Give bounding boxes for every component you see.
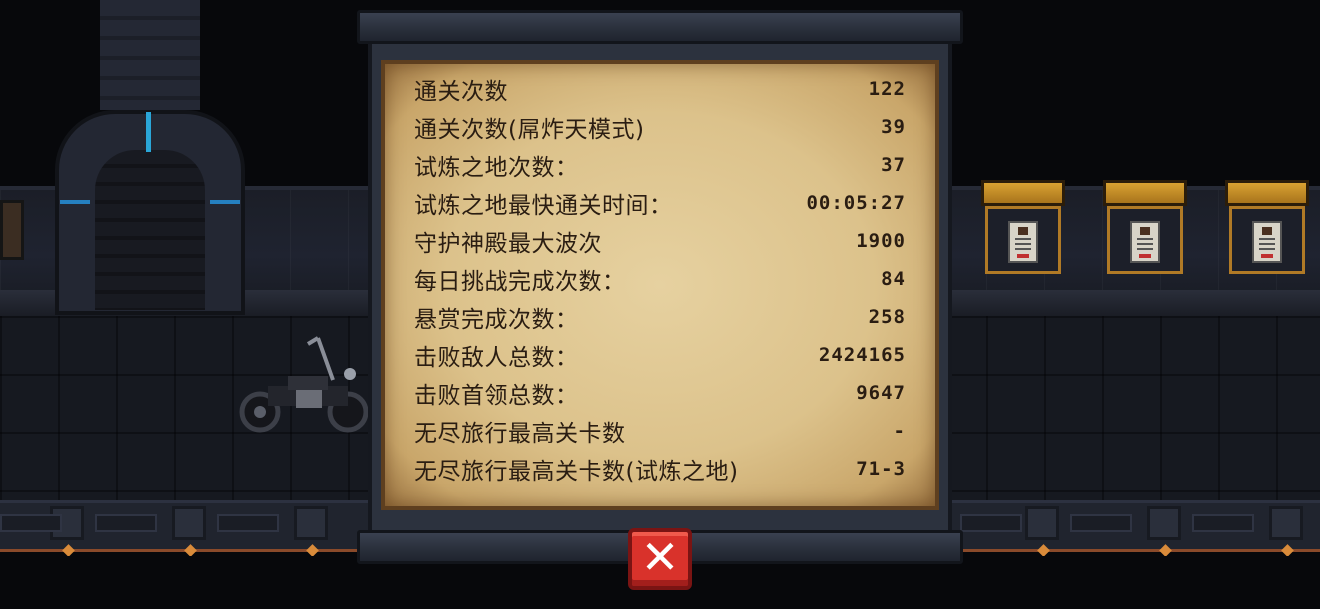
stat-value: 39 xyxy=(881,116,906,138)
stats-list: 通关次数 122 通关次数(屌炸天模式) 39 试炼之地次数： 37 试炼之地最… xyxy=(414,70,906,488)
card-icon xyxy=(1252,221,1282,263)
stone-pillar xyxy=(100,0,200,110)
card-emblem xyxy=(1262,227,1272,235)
stat-row-temple-waves: 守护神殿最大波次 1900 xyxy=(414,222,906,260)
card-emblem xyxy=(1140,227,1150,235)
frame-roof xyxy=(1225,180,1309,206)
card-dots xyxy=(1139,254,1151,258)
stat-value: 71-3 xyxy=(856,458,906,480)
stat-row-clears-hard: 通关次数(屌炸天模式) 39 xyxy=(414,108,906,146)
wall-sign xyxy=(0,200,24,260)
close-icon: ✕ xyxy=(640,530,680,584)
stat-row-trial-fastest: 试炼之地最快通关时间： 00:05:27 xyxy=(414,184,906,222)
card-dots xyxy=(1261,254,1273,258)
floor-slot xyxy=(0,514,62,532)
stat-row-enemies: 击败敌人总数： 2424165 xyxy=(414,336,906,374)
stat-label: 每日挑战完成次数： xyxy=(414,269,626,295)
card-lines xyxy=(1015,238,1031,252)
stat-label: 试炼之地次数： xyxy=(414,155,579,181)
stat-label: 击败首领总数： xyxy=(414,383,579,409)
stat-row-bosses: 击败首领总数： 9647 xyxy=(414,374,906,412)
floor-block xyxy=(172,506,206,540)
stat-label: 试炼之地最快通关时间： xyxy=(414,193,673,219)
door-crystal xyxy=(146,112,151,152)
stat-label: 击败敌人总数： xyxy=(414,345,579,371)
card-dots xyxy=(1017,254,1029,258)
stat-row-endless: 无尽旅行最高关卡数 - xyxy=(414,412,906,450)
floor-slot xyxy=(217,514,279,532)
card-lines xyxy=(1259,238,1275,252)
stat-row-endless-trial: 无尽旅行最高关卡数(试炼之地) 71-3 xyxy=(414,450,906,488)
stat-value: 122 xyxy=(868,78,906,100)
card-icon xyxy=(1130,221,1160,263)
stat-row-bounty: 悬赏完成次数： 258 xyxy=(414,298,906,336)
stat-label: 无尽旅行最高关卡数 xyxy=(414,421,626,447)
door-light xyxy=(210,200,240,204)
floor-slot xyxy=(960,514,1022,532)
stat-value: 2424165 xyxy=(818,344,906,366)
floor-block xyxy=(1025,506,1059,540)
floor-block xyxy=(1147,506,1181,540)
stat-value: 84 xyxy=(881,268,906,290)
floor-block xyxy=(294,506,328,540)
door-light xyxy=(60,200,90,204)
picture-frame-icon[interactable] xyxy=(1225,180,1309,276)
card-emblem xyxy=(1018,227,1028,235)
stat-label: 通关次数 xyxy=(414,79,508,105)
close-button[interactable]: ✕ xyxy=(628,528,692,590)
picture-frame-icon[interactable] xyxy=(1103,180,1187,276)
floor-slot xyxy=(95,514,157,532)
stat-value: 37 xyxy=(881,154,906,176)
frame-roof xyxy=(1103,180,1187,206)
card-lines xyxy=(1137,238,1153,252)
stat-value: - xyxy=(893,420,906,442)
stat-value: 00:05:27 xyxy=(806,192,906,214)
stat-label: 守护神殿最大波次 xyxy=(414,231,602,257)
floor-slot xyxy=(1192,514,1254,532)
floor-block xyxy=(1269,506,1303,540)
stat-label: 无尽旅行最高关卡数(试炼之地) xyxy=(414,459,739,485)
floor-slot xyxy=(1070,514,1132,532)
motorbike-icon[interactable] xyxy=(238,330,368,440)
stat-row-trial-count: 试炼之地次数： 37 xyxy=(414,146,906,184)
stat-label: 通关次数(屌炸天模式) xyxy=(414,117,645,143)
stat-row-daily-challenge: 每日挑战完成次数： 84 xyxy=(414,260,906,298)
card-icon xyxy=(1008,221,1038,263)
doorway[interactable] xyxy=(95,150,205,310)
stat-value: 9647 xyxy=(856,382,906,404)
stat-label: 悬赏完成次数： xyxy=(414,307,579,333)
frame-body xyxy=(1107,206,1183,274)
frame-roof xyxy=(981,180,1065,206)
frame-body xyxy=(985,206,1061,274)
frame-body xyxy=(1229,206,1305,274)
picture-frame-icon[interactable] xyxy=(981,180,1065,276)
game-scene: 通关次数 122 通关次数(屌炸天模式) 39 试炼之地次数： 37 试炼之地最… xyxy=(0,0,1320,609)
stat-value: 1900 xyxy=(856,230,906,252)
scroll-rod-top xyxy=(357,10,963,44)
stat-value: 258 xyxy=(868,306,906,328)
stat-row-clears: 通关次数 122 xyxy=(414,70,906,108)
